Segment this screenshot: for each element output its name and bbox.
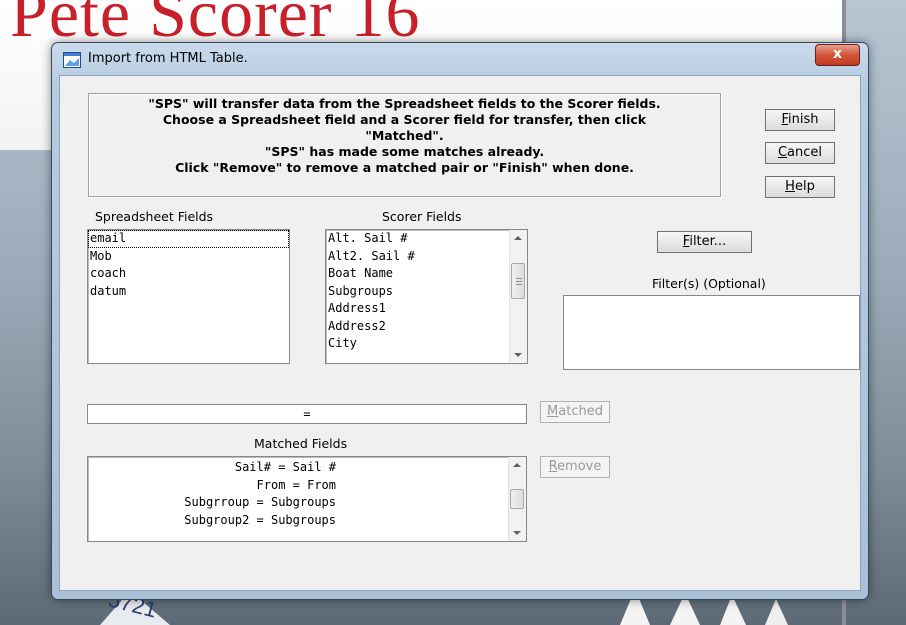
list-item[interactable]: Subgroup2 = Subgroups (88, 512, 342, 530)
help-button[interactable]: Help (765, 176, 835, 198)
filters-label: Filter(s) (Optional) (652, 276, 766, 291)
scorer-fields-list[interactable]: Alt. Sail # Alt2. Sail # Boat Name Subgr… (325, 229, 528, 364)
scroll-up-arrow-icon[interactable] (513, 463, 521, 467)
filters-input[interactable] (563, 295, 860, 370)
instructions-panel: "SPS" will transfer data from the Spread… (88, 93, 721, 197)
matched-fields-label: Matched Fields (254, 436, 348, 451)
list-item[interactable]: Address1 (326, 300, 527, 318)
list-item[interactable]: Subgroups (326, 283, 527, 301)
scroll-down-arrow-icon[interactable] (514, 353, 522, 357)
instruction-line: "Matched". (365, 128, 444, 143)
instruction-line: "SPS" will transfer data from the Spread… (148, 96, 661, 111)
window-title: Import from HTML Table. (88, 51, 248, 66)
list-item[interactable]: Sail# = Sail # (88, 459, 342, 477)
spreadsheet-fields-label: Spreadsheet Fields (95, 209, 214, 224)
list-item[interactable]: coach (88, 265, 289, 283)
cancel-button[interactable]: Cancel (765, 142, 835, 164)
close-button[interactable]: x (815, 44, 860, 66)
list-item[interactable]: Alt. Sail # (326, 230, 527, 248)
matched-fields-scrollbar[interactable] (508, 457, 526, 541)
scrollbar-thumb[interactable] (511, 262, 525, 299)
title-bar[interactable]: Import from HTML Table. x (52, 43, 868, 77)
list-item[interactable]: Alt2. Sail # (326, 248, 527, 266)
instruction-line: "SPS" has made some matches already. (264, 144, 545, 159)
instruction-line: Choose a Spreadsheet field and a Scorer … (162, 112, 647, 127)
dialog-client-area: "SPS" will transfer data from the Spread… (59, 75, 861, 591)
matched-fields-list[interactable]: Sail# = Sail # From = From Subgrroup = S… (87, 456, 527, 542)
scroll-up-arrow-icon[interactable] (514, 236, 522, 240)
scrollbar-thumb[interactable] (510, 489, 524, 509)
spreadsheet-fields-list[interactable]: email Mob coach datum (87, 229, 290, 364)
list-item[interactable]: Mob (88, 248, 289, 266)
list-item[interactable]: From = From (88, 477, 342, 495)
matched-button[interactable]: Matched (540, 401, 610, 423)
close-icon: x (832, 46, 843, 62)
filter-button[interactable]: Filter... (657, 231, 752, 253)
finish-button[interactable]: Finish (765, 109, 835, 131)
app-window-icon (63, 52, 81, 68)
list-item[interactable]: Address2 (326, 318, 527, 336)
scorer-fields-label: Scorer Fields (382, 209, 462, 224)
instruction-line: Click "Remove" to remove a matched pair … (175, 160, 634, 175)
scorer-fields-scrollbar[interactable] (509, 230, 527, 363)
match-pair-field[interactable]: = (87, 404, 527, 424)
list-item[interactable]: City (326, 335, 527, 353)
list-item[interactable]: datum (88, 283, 289, 301)
list-item[interactable]: Subgrroup = Subgroups (88, 494, 342, 512)
scroll-down-arrow-icon[interactable] (513, 531, 521, 535)
remove-button[interactable]: Remove (540, 456, 610, 478)
list-item[interactable]: Boat Name (326, 265, 527, 283)
list-item[interactable]: email (88, 230, 289, 248)
import-dialog: Import from HTML Table. x "SPS" will tra… (51, 42, 869, 600)
